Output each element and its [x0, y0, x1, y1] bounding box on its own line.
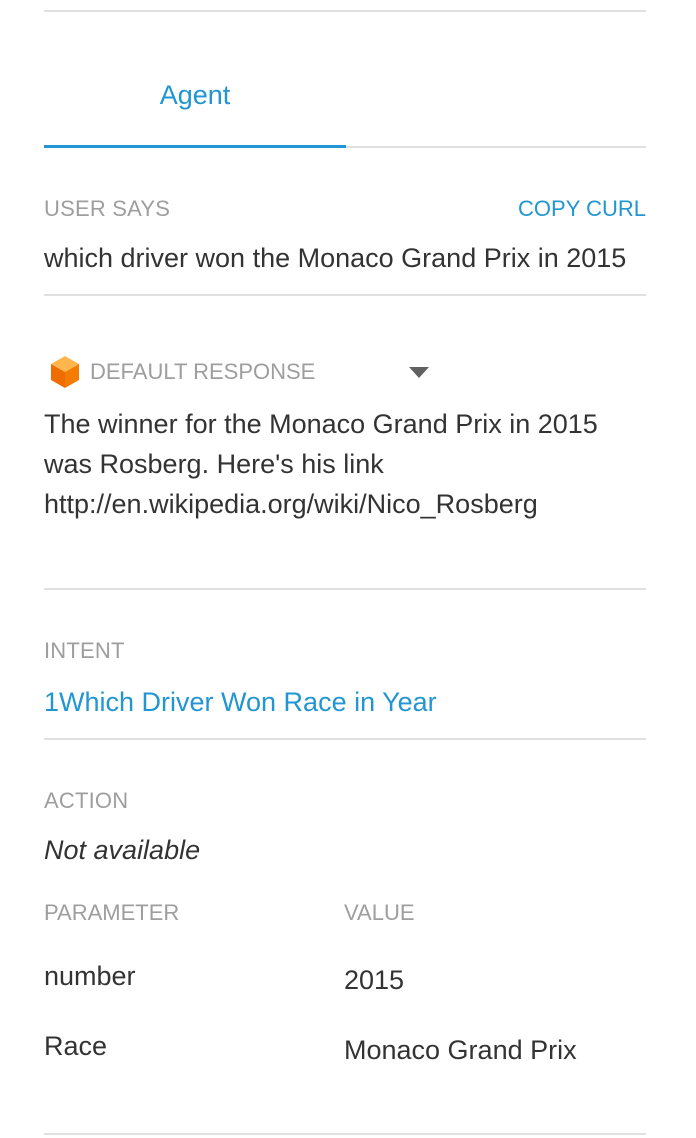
default-response-label: DEFAULT RESPONSE — [90, 359, 316, 384]
parameter-value: Monaco Grand Prix — [344, 1035, 577, 1065]
parameter-value: 2015 — [344, 965, 405, 995]
tab-agent[interactable]: Agent — [44, 72, 346, 118]
value-column-header: VALUE — [344, 900, 415, 925]
response-line-1: The winner for the Monaco Grand Prix in … — [44, 409, 598, 439]
user-says-label: USER SAYS — [44, 196, 171, 221]
response-line-2: was Rosberg. Here's his link — [44, 449, 384, 479]
action-label: ACTION — [44, 788, 129, 813]
intent-divider — [44, 738, 646, 740]
response-divider — [44, 588, 646, 590]
tab-agent-active-indicator — [44, 145, 346, 148]
copy-curl-button[interactable]: COPY CURL — [518, 196, 646, 222]
top-divider — [44, 10, 646, 12]
user-query-text: which driver won the Monaco Grand Prix i… — [44, 243, 627, 273]
orange-cube-icon — [51, 356, 79, 388]
parameter-name: Race — [44, 1031, 108, 1061]
intent-label: INTENT — [44, 638, 125, 663]
user-says-divider — [44, 294, 646, 296]
default-response-header: DEFAULT RESPONSE — [50, 354, 315, 390]
intent-link[interactable]: 1Which Driver Won Race in Year — [44, 684, 437, 720]
parameter-column-header: PARAMETER — [44, 900, 180, 925]
chevron-down-icon[interactable] — [409, 367, 429, 379]
agent-test-panel: Agent USER SAYS COPY CURL which driver w… — [0, 0, 696, 1138]
action-value: Not available — [44, 835, 201, 865]
bottom-divider — [44, 1133, 646, 1135]
response-line-3: http://en.wikipedia.org/wiki/Nico_Rosber… — [44, 489, 538, 519]
parameter-name: number — [44, 961, 136, 991]
